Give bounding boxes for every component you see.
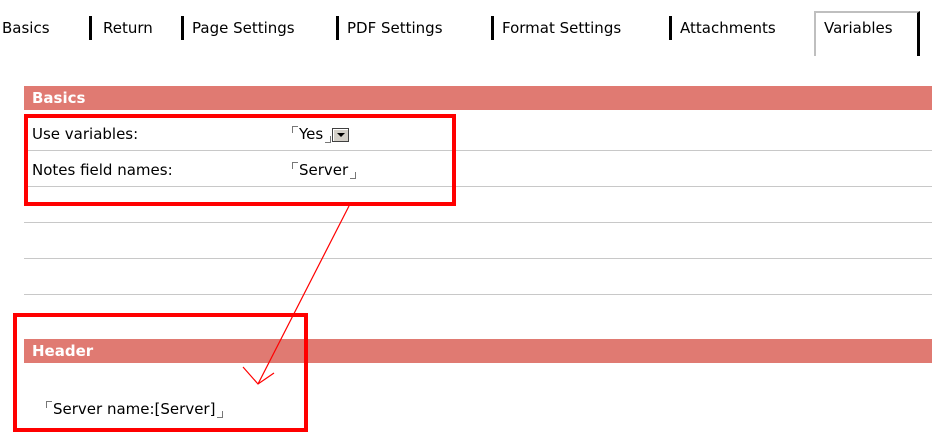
annotation-arrow [242, 205, 350, 385]
arrow-head [242, 366, 275, 385]
arrow-shaft [257, 205, 350, 385]
